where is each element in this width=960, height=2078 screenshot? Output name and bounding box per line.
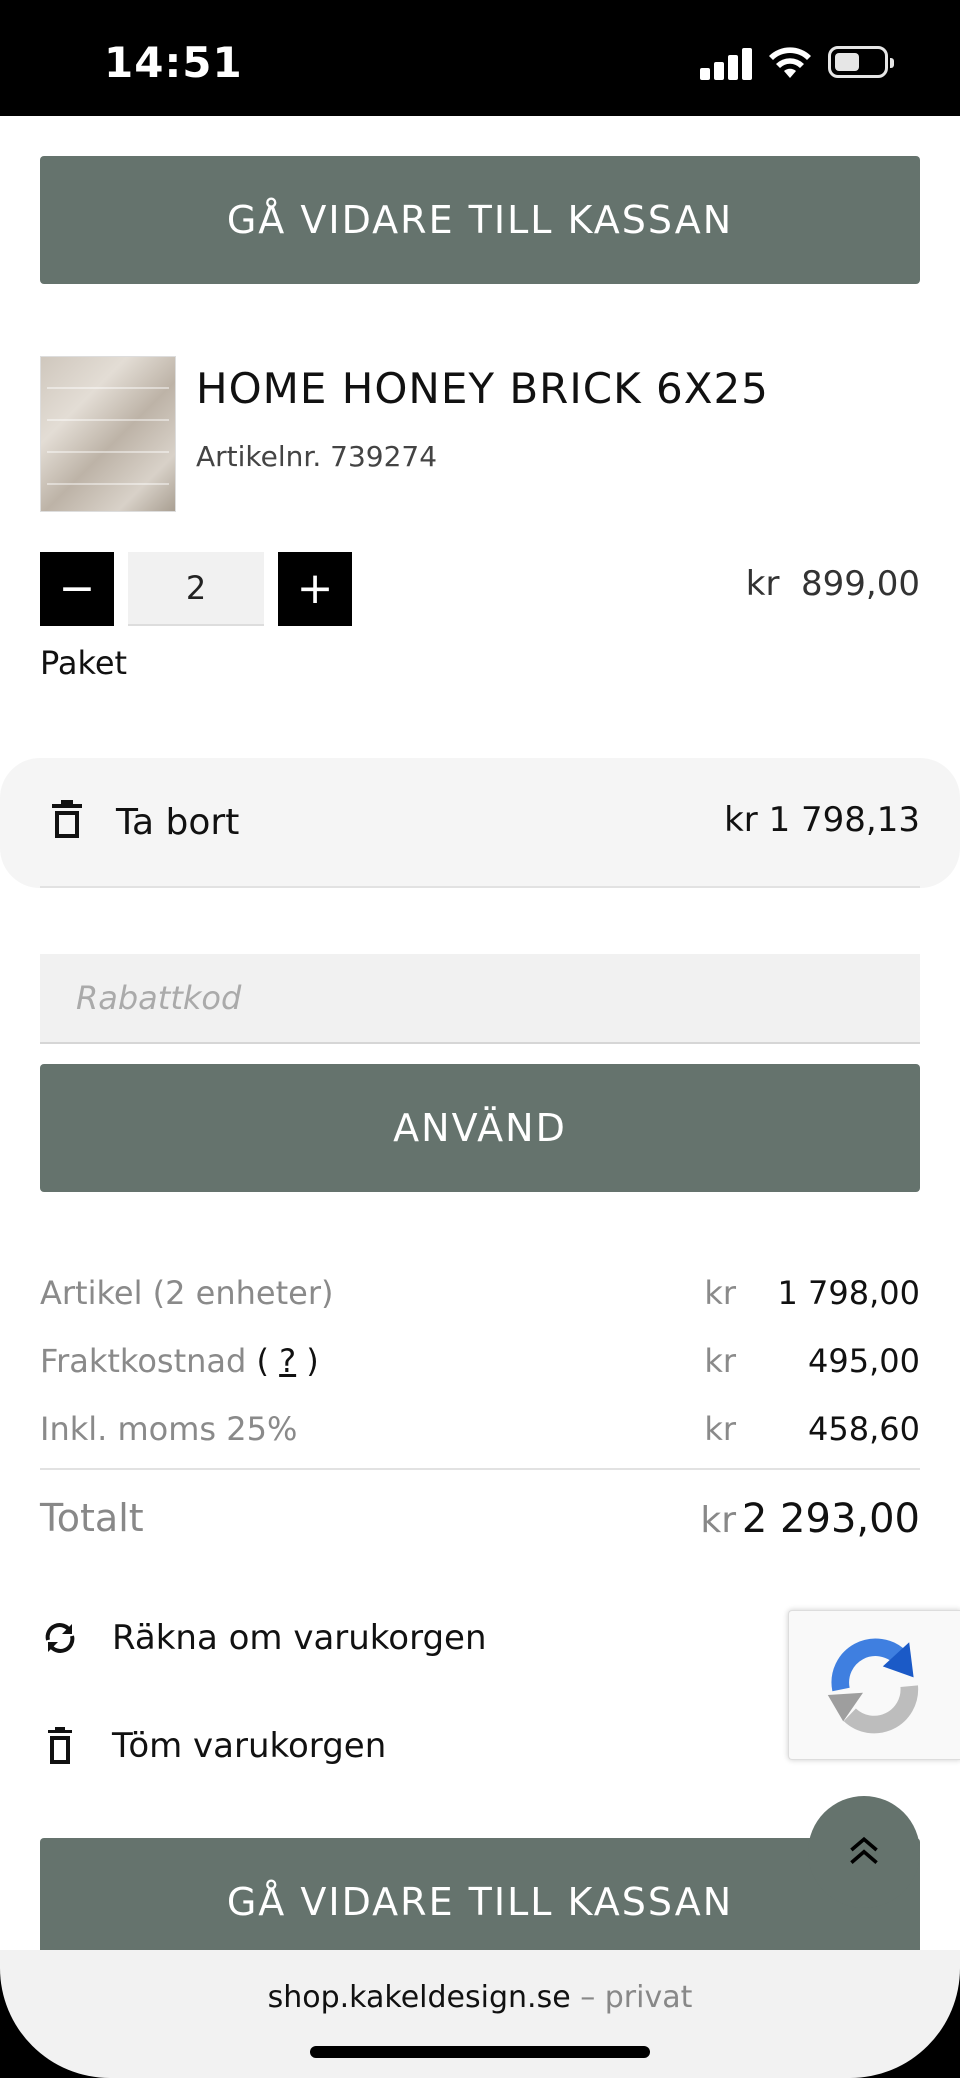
quantity-decrease-button[interactable]: − [40, 552, 114, 626]
summary-value: 495,00 [808, 1342, 920, 1380]
trash-icon[interactable] [52, 800, 82, 840]
summary-label: Fraktkostnad [40, 1342, 247, 1380]
apply-coupon-button[interactable]: ANVÄND [40, 1064, 920, 1192]
summary-value: 458,60 [808, 1410, 920, 1448]
phone-frame: 14:51 GÅ VIDARE TILL KASSAN HOME HONEY B… [0, 0, 960, 2078]
double-chevron-up-icon [850, 1836, 878, 1864]
summary-row-vat: Inkl. moms 25% kr 458,60 [40, 1410, 920, 1460]
summary-row-shipping: Fraktkostnad ( ? ) kr 495,00 [40, 1342, 920, 1392]
status-time: 14:51 [104, 38, 243, 87]
home-indicator[interactable] [310, 2046, 650, 2058]
trash-icon [48, 1727, 72, 1764]
summary-label: Artikel (2 enheter) [40, 1274, 334, 1312]
checkout-button-top[interactable]: GÅ VIDARE TILL KASSAN [40, 156, 920, 284]
domain-text: shop.kakeldesign.se [267, 1980, 571, 2015]
recalculate-cart-label: Räkna om varukorgen [112, 1618, 487, 1658]
cart-page: GÅ VIDARE TILL KASSAN HOME HONEY BRICK 6… [0, 116, 960, 1966]
article-number: Artikelnr. 739274 [196, 440, 438, 473]
status-bar: 14:51 [0, 0, 960, 116]
total-label: Totalt [40, 1496, 144, 1540]
url-separator: – [580, 1980, 596, 2015]
recaptcha-badge[interactable] [788, 1610, 960, 1760]
browser-address-bar[interactable]: shop.kakeldesign.se – privat [0, 1950, 960, 2078]
recaptcha-icon [827, 1638, 919, 1734]
cellular-signal-icon [700, 46, 752, 80]
checkout-button-bottom[interactable]: GÅ VIDARE TILL KASSAN [40, 1838, 920, 1966]
refresh-icon [45, 1623, 75, 1653]
total-currency: kr [700, 1500, 736, 1541]
wifi-icon [769, 47, 811, 78]
empty-cart-label: Töm varukorgen [112, 1726, 387, 1766]
remove-item-button[interactable]: Ta bort [116, 802, 239, 843]
private-mode-label: privat [604, 1980, 693, 2015]
total-row: Totalt kr 2 293,00 [40, 1496, 920, 1556]
total-value: 2 293,00 [741, 1496, 920, 1542]
coupon-code-input[interactable] [40, 954, 920, 1044]
quantity-increase-button[interactable]: + [278, 552, 352, 626]
shipping-help-link[interactable]: ( ? ) [256, 1342, 318, 1380]
remove-row: Ta bort kr 1 798,13 [0, 758, 960, 888]
product-thumbnail[interactable] [40, 356, 176, 512]
summary-currency: kr [704, 1342, 736, 1380]
divider [40, 1468, 920, 1470]
summary-currency: kr [704, 1410, 736, 1448]
address-text: shop.kakeldesign.se – privat [0, 1980, 960, 2015]
scroll-to-top-button[interactable] [808, 1796, 920, 1908]
divider [40, 886, 920, 888]
line-total: kr 1 798,13 [724, 800, 920, 840]
unit-label: Paket [40, 644, 128, 682]
summary-value: 1 798,00 [777, 1274, 921, 1312]
quantity-input[interactable] [128, 552, 264, 626]
summary-label: Inkl. moms 25% [40, 1410, 298, 1448]
battery-icon [828, 46, 894, 78]
summary-currency: kr [704, 1274, 736, 1312]
unit-price: kr 899,00 [745, 564, 920, 604]
summary-row-items: Artikel (2 enheter) kr 1 798,00 [40, 1274, 920, 1324]
product-name[interactable]: HOME HONEY BRICK 6X25 [196, 364, 769, 413]
